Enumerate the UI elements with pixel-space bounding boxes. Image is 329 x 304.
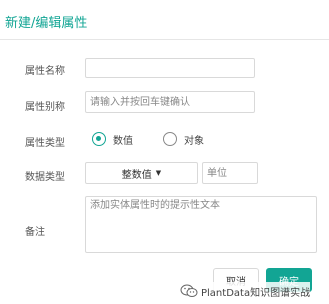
title-divider: [0, 39, 329, 40]
wechat-icon: [180, 284, 198, 297]
dialog-title: 新建/编辑属性: [5, 16, 88, 31]
data-type-selected-value: 整数值: [121, 169, 152, 181]
radio-numeric[interactable]: 数值: [92, 131, 133, 147]
remark-textarea[interactable]: [85, 196, 317, 253]
unit-input[interactable]: [202, 162, 258, 184]
radio-numeric-indicator: [92, 132, 106, 146]
alias-label: 属性别称: [25, 102, 65, 113]
attribute-name-input[interactable]: [85, 58, 255, 78]
remark-label: 备注: [25, 227, 45, 238]
radio-object[interactable]: 对象: [163, 131, 204, 147]
caret-down-icon: ▼: [155, 169, 162, 177]
watermark-text: PlantData知识图谱实战: [201, 287, 311, 299]
attribute-alias-input[interactable]: [85, 91, 255, 113]
data-type-label: 数据类型: [25, 172, 65, 183]
edit-attribute-dialog: 新建/编辑属性 属性名称 属性别称 属性类型 数值 对象 数据类型 整数值 ▼ …: [0, 0, 329, 304]
name-label: 属性名称: [25, 66, 65, 77]
radio-object-indicator: [163, 132, 177, 146]
radio-object-label: 对象: [184, 135, 204, 147]
type-label: 属性类型: [25, 138, 65, 149]
data-type-select[interactable]: 整数值 ▼: [85, 162, 198, 184]
radio-numeric-label: 数值: [113, 135, 133, 147]
watermark: PlantData知识图谱实战: [180, 282, 311, 300]
